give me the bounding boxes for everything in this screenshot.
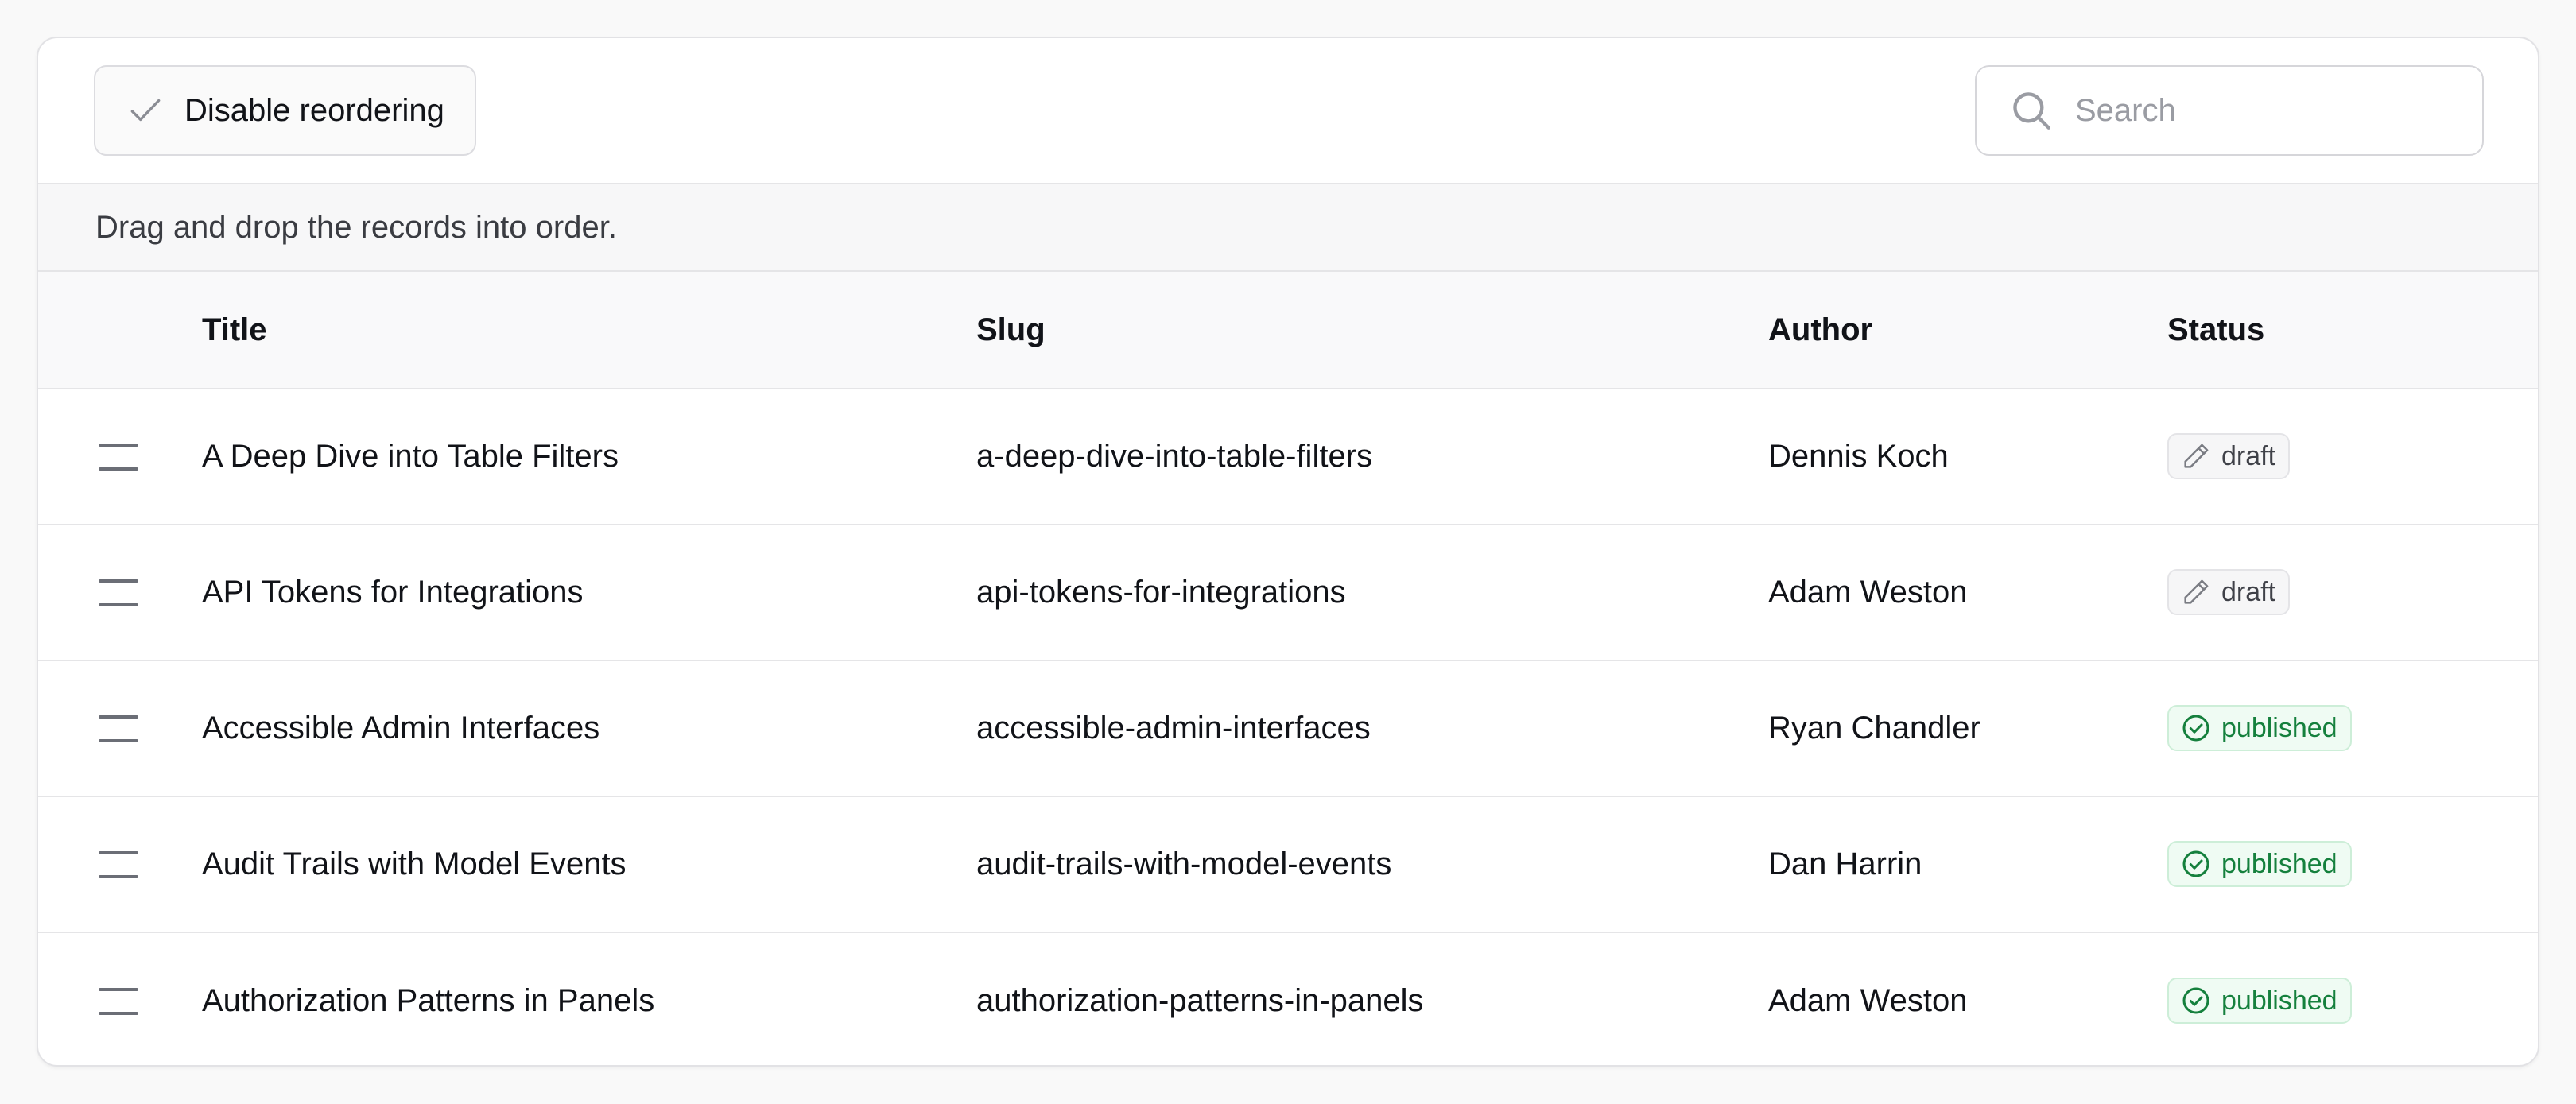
check-icon: [126, 91, 165, 130]
check-circle-icon: [2180, 985, 2212, 1017]
table-body: A Deep Dive into Table Filters a-deep-di…: [38, 389, 2538, 1065]
status-label: draft: [2221, 440, 2276, 471]
row-status-cell: draft: [2167, 569, 2538, 616]
table-row[interactable]: Authorization Patterns in Panels authori…: [38, 933, 2538, 1065]
row-status-cell: published: [2167, 978, 2538, 1025]
row-author: Adam Weston: [1768, 983, 1968, 1018]
row-author: Dan Harrin: [1768, 846, 1922, 881]
status-badge: published: [2167, 978, 2352, 1024]
row-status-cell: published: [2167, 705, 2538, 752]
row-title: Accessible Admin Interfaces: [202, 711, 600, 746]
drag-handle-cell: [38, 987, 202, 1015]
row-author: Dennis Koch: [1768, 439, 1949, 474]
row-author: Ryan Chandler: [1768, 711, 1980, 746]
status-badge: draft: [2167, 433, 2291, 479]
status-label: published: [2221, 848, 2337, 879]
row-title: A Deep Dive into Table Filters: [202, 439, 619, 474]
column-header-slug[interactable]: Slug: [976, 312, 1768, 348]
check-circle-icon: [2180, 848, 2212, 880]
table-card: Disable reordering Drag and drop the rec…: [37, 37, 2539, 1067]
status-badge: published: [2167, 841, 2352, 887]
drag-handle-icon[interactable]: [99, 443, 138, 471]
search-input[interactable]: [2075, 92, 2450, 129]
status-label: published: [2221, 712, 2337, 743]
reorder-hint: Drag and drop the records into order.: [38, 184, 2538, 272]
pencil-icon: [2180, 440, 2212, 472]
table-row[interactable]: A Deep Dive into Table Filters a-deep-di…: [38, 389, 2538, 525]
drag-handle-cell: [38, 715, 202, 742]
table-header: Title Slug Author Status: [38, 272, 2538, 389]
row-title: Authorization Patterns in Panels: [202, 983, 655, 1018]
drag-handle-icon[interactable]: [99, 987, 138, 1015]
column-header-status[interactable]: Status: [2167, 312, 2538, 348]
status-label: published: [2221, 985, 2337, 1016]
status-badge: draft: [2167, 569, 2291, 615]
row-title: API Tokens for Integrations: [202, 575, 584, 610]
row-slug: accessible-admin-interfaces: [976, 711, 1371, 746]
drag-handle-icon[interactable]: [99, 579, 138, 606]
table-row[interactable]: API Tokens for Integrations api-tokens-f…: [38, 525, 2538, 661]
row-slug: a-deep-dive-into-table-filters: [976, 439, 1373, 474]
table-toolbar: Disable reordering: [38, 38, 2538, 184]
row-author: Adam Weston: [1768, 575, 1968, 610]
drag-handle-icon[interactable]: [99, 715, 138, 742]
column-header-author[interactable]: Author: [1768, 312, 2167, 348]
disable-reordering-label: Disable reordering: [184, 92, 444, 128]
status-label: draft: [2221, 576, 2276, 607]
table-row[interactable]: Audit Trails with Model Events audit-tra…: [38, 797, 2538, 933]
table-row[interactable]: Accessible Admin Interfaces accessible-a…: [38, 661, 2538, 797]
drag-handle-cell: [38, 579, 202, 606]
search-box[interactable]: [1975, 65, 2484, 156]
row-slug: authorization-patterns-in-panels: [976, 983, 1424, 1018]
disable-reordering-button[interactable]: Disable reordering: [94, 65, 476, 156]
row-status-cell: published: [2167, 841, 2538, 888]
check-circle-icon: [2180, 712, 2212, 744]
drag-handle-icon[interactable]: [99, 850, 138, 878]
pencil-icon: [2180, 576, 2212, 608]
search-icon: [2008, 87, 2054, 134]
status-badge: published: [2167, 705, 2352, 751]
drag-handle-cell: [38, 443, 202, 471]
drag-handle-cell: [38, 850, 202, 878]
row-slug: audit-trails-with-model-events: [976, 846, 1392, 881]
row-title: Audit Trails with Model Events: [202, 846, 627, 881]
row-status-cell: draft: [2167, 433, 2538, 480]
column-header-title[interactable]: Title: [202, 312, 976, 348]
row-slug: api-tokens-for-integrations: [976, 575, 1346, 610]
